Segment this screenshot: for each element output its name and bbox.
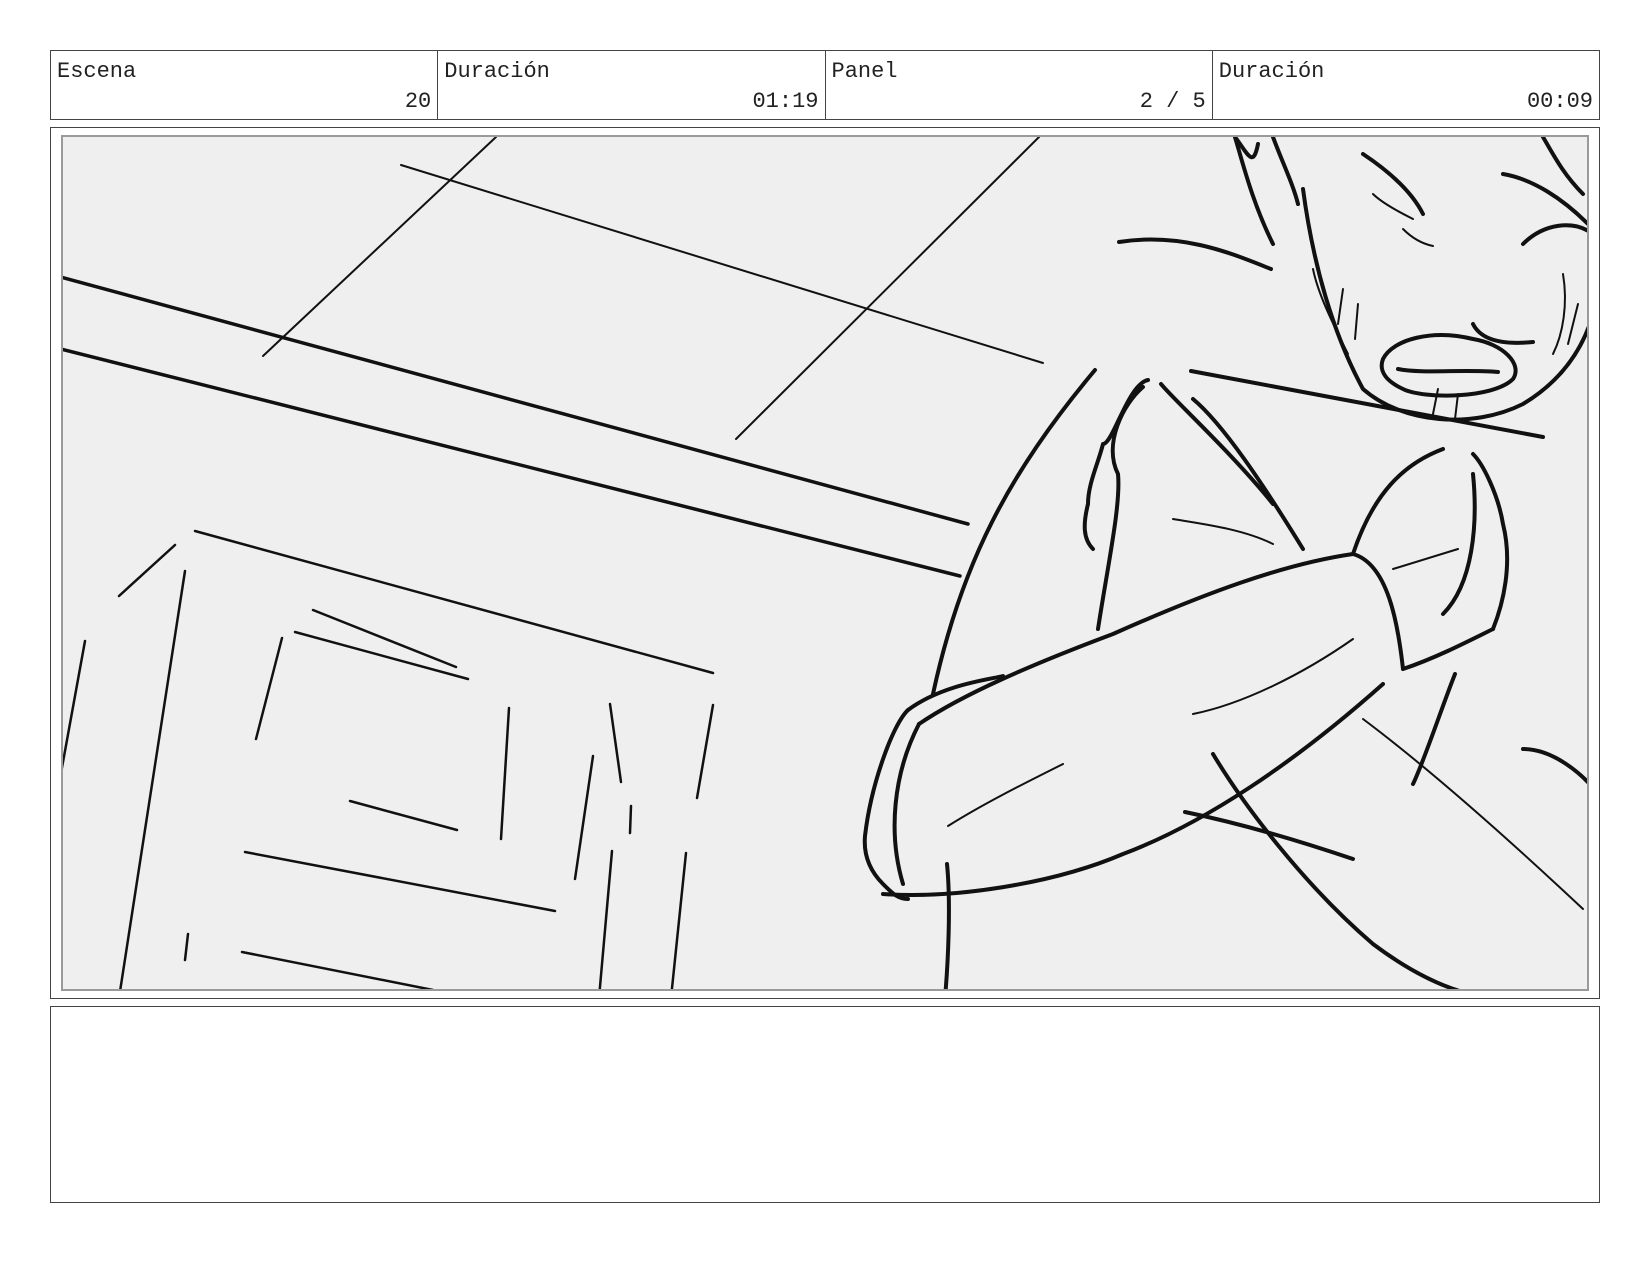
panel-label: Panel	[831, 59, 898, 84]
scene-duration-label: Duración	[444, 59, 550, 84]
cabinet-sketch	[63, 529, 715, 989]
background-sketch-lines	[262, 137, 1044, 440]
panel-cell: Panel 2 / 5	[826, 51, 1213, 119]
storyboard-drawing-area	[61, 135, 1589, 991]
storyboard-panel-frame	[50, 127, 1600, 999]
character-face-sketch	[1233, 137, 1587, 422]
storyboard-header: Escena 20 Duración 01:19 Panel 2 / 5 Dur…	[50, 50, 1600, 120]
scene-cell: Escena 20	[51, 51, 439, 119]
panel-duration-cell: Duración 00:09	[1213, 51, 1599, 119]
panel-notes-box	[50, 1006, 1600, 1203]
scene-number: 20	[404, 89, 432, 114]
panel-sketch	[63, 137, 1587, 989]
character-sketch	[862, 237, 1587, 989]
scene-duration-value: 01:19	[752, 89, 819, 114]
panel-duration-value: 00:09	[1526, 89, 1593, 114]
scene-duration-cell: Duración 01:19	[438, 51, 826, 119]
scene-label: Escena	[57, 59, 137, 84]
panel-number: 2 / 5	[1139, 89, 1206, 114]
panel-duration-label: Duración	[1218, 59, 1325, 84]
